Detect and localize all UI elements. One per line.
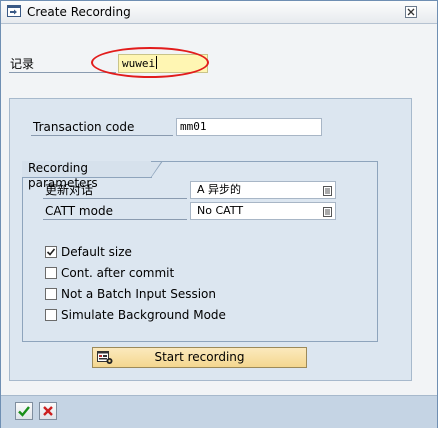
group-tab-fill xyxy=(151,162,161,177)
confirm-button[interactable] xyxy=(15,402,33,420)
catt-mode-underline xyxy=(43,219,187,220)
dropdown-list-icon[interactable] xyxy=(323,185,332,196)
title-bar[interactable]: Create Recording xyxy=(1,1,437,24)
transaction-code-input[interactable]: mm01 xyxy=(176,118,322,136)
record-input[interactable]: wuwei xyxy=(118,54,208,73)
window-title: Create Recording xyxy=(27,5,131,19)
close-button[interactable] xyxy=(405,6,417,18)
update-dialog-select[interactable]: A 异步的 xyxy=(190,181,336,199)
close-icon xyxy=(407,8,415,16)
text-caret xyxy=(156,56,158,69)
checkmark-icon xyxy=(46,248,56,256)
checkbox-box[interactable] xyxy=(45,288,57,300)
start-recording-label: Start recording xyxy=(154,350,245,364)
transaction-code-label: Transaction code xyxy=(33,120,135,134)
checkbox-box[interactable] xyxy=(45,267,57,279)
checkbox-label: Not a Batch Input Session xyxy=(61,287,216,301)
transaction-label-underline xyxy=(31,135,173,136)
update-dialog-underline xyxy=(43,198,187,199)
checkbox-label: Default size xyxy=(61,245,132,259)
create-recording-dialog: Create Recording 记录 wuwei Transaction co… xyxy=(0,0,438,428)
update-dialog-label: 更新对话 xyxy=(45,183,94,197)
window-icon xyxy=(7,5,21,17)
checkbox-box[interactable] xyxy=(45,309,57,321)
record-input-value: wuwei xyxy=(122,57,156,70)
cancel-button[interactable] xyxy=(39,402,57,420)
recording-icon xyxy=(97,350,113,365)
dropdown-list-icon[interactable] xyxy=(323,206,332,217)
update-dialog-value: A 异步的 xyxy=(197,183,242,196)
checkbox-box[interactable] xyxy=(45,246,57,258)
catt-mode-value: No CATT xyxy=(197,204,244,217)
catt-mode-label: CATT mode xyxy=(45,204,113,218)
record-label-underline xyxy=(9,72,116,73)
checkbox-label: Simulate Background Mode xyxy=(61,308,226,322)
recording-parameters-title: Recording parameters xyxy=(22,161,152,190)
catt-mode-select[interactable]: No CATT xyxy=(190,202,336,220)
dialog-footer xyxy=(1,395,437,428)
record-label: 记录 xyxy=(10,57,35,71)
checkbox-label: Cont. after commit xyxy=(61,266,175,280)
checkmark-icon xyxy=(18,406,30,417)
cancel-icon xyxy=(43,406,53,416)
start-recording-button[interactable]: Start recording xyxy=(92,347,307,368)
